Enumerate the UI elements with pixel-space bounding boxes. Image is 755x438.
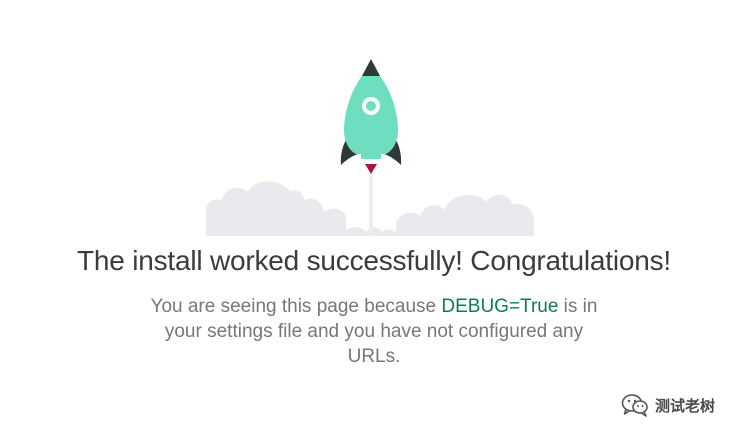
wechat-icon	[621, 394, 648, 417]
page-title: The install worked successfully! Congrat…	[76, 245, 672, 276]
description-text-start: You are seeing this page because	[150, 296, 442, 317]
rocket-icon	[340, 59, 402, 174]
exhaust-trail	[369, 174, 373, 236]
rocket-launch-illustration	[206, 59, 534, 236]
debug-setting-flag: DEBUG=True	[441, 296, 559, 317]
watermark-text: 测试老树	[655, 396, 716, 415]
django-welcome-page: The install worked successfully! Congrat…	[0, 0, 755, 438]
watermark: 测试老树	[621, 392, 715, 418]
page-description: You are seeing this page because DEBUG=T…	[140, 294, 608, 369]
